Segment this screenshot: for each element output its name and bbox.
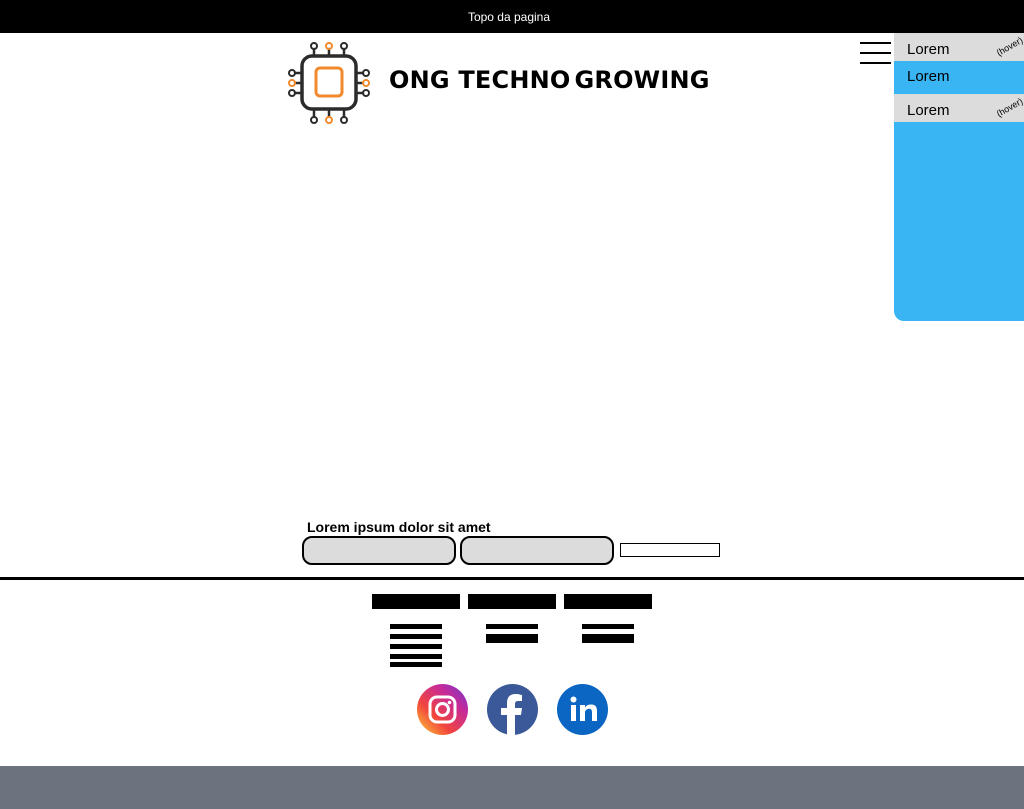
footer-link-placeholder[interactable] — [486, 638, 538, 643]
menu-item-2[interactable]: Lorem — [894, 66, 1024, 88]
footer-column-heading — [372, 594, 460, 609]
submit-button[interactable] — [620, 543, 720, 557]
top-bar-text: Topo da pagina — [467, 9, 551, 24]
brand-title: ONG TECHNO GROWING — [389, 66, 710, 98]
footer-link-placeholder[interactable] — [582, 624, 634, 629]
top-bar: Topo da pagina — [0, 0, 1024, 33]
menu-item-label: Lorem — [907, 68, 950, 85]
text-input-1[interactable] — [302, 536, 456, 565]
footer-link-placeholder[interactable] — [390, 644, 442, 649]
brand-word-2: GROWING — [574, 66, 710, 94]
facebook-icon[interactable] — [487, 684, 538, 735]
text-input-2[interactable] — [460, 536, 614, 565]
footer-link-placeholder[interactable] — [390, 654, 442, 659]
menu-item-1[interactable]: Lorem (hover) — [894, 33, 1024, 61]
footer-link-placeholder[interactable] — [582, 638, 634, 643]
menu-item-label: Lorem — [907, 102, 950, 119]
footer-divider — [0, 577, 1024, 580]
linkedin-icon[interactable] — [557, 684, 608, 735]
menu-item-3[interactable]: Lorem (hover) — [894, 94, 1024, 122]
menu-item-label: Lorem — [907, 41, 950, 58]
hover-note: (hover) — [995, 96, 1024, 119]
footer-link-placeholder[interactable] — [390, 634, 442, 639]
instagram-icon[interactable] — [417, 684, 468, 735]
footer-column-heading — [468, 594, 556, 609]
hamburger-icon[interactable] — [860, 42, 891, 64]
bottom-bar — [0, 766, 1024, 809]
brand-word-1: ONG TECHNO — [389, 66, 571, 94]
footer-column-heading — [564, 594, 652, 609]
form-label: Lorem ipsum dolor sit amet — [307, 519, 491, 535]
footer-link-placeholder[interactable] — [390, 624, 442, 629]
footer-link-placeholder[interactable] — [390, 662, 442, 667]
hover-note: (hover) — [995, 35, 1024, 58]
chip-logo-icon[interactable] — [285, 40, 375, 126]
footer-link-placeholder[interactable] — [486, 624, 538, 629]
dropdown-menu: Lorem (hover) Lorem Lorem (hover) — [894, 33, 1024, 321]
